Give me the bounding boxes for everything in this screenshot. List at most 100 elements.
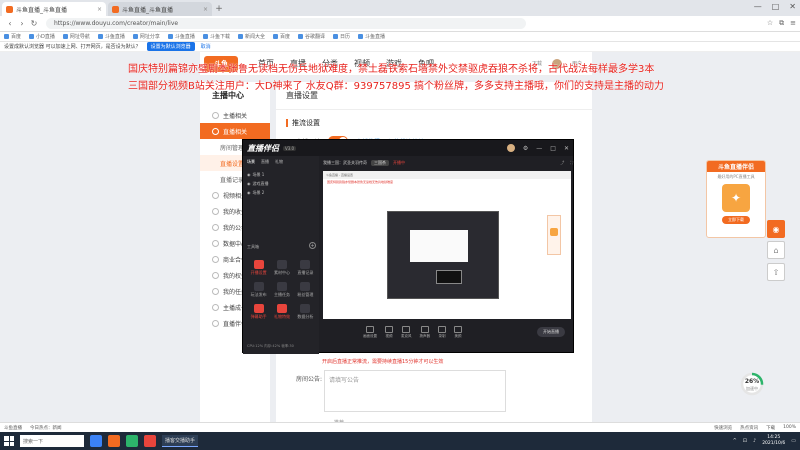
close-tab-icon[interactable]: × <box>97 6 102 13</box>
network-icon[interactable]: ⊡ <box>743 438 747 444</box>
tool-item[interactable]: 弹幕助手 <box>247 304 270 320</box>
bookmark-item[interactable]: 斗鱼下载 <box>202 33 230 40</box>
speed-progress[interactable]: 26% 加速中 <box>740 372 764 396</box>
danmaku-line: 国庆特别篇锦亦璧剧本张鲁无读档无伤兵地狱难度，禁土磊铁索石墙禁外交禁驱虎吞狼不杀… <box>128 64 655 75</box>
ad-download-button[interactable]: 立即下载 <box>722 216 750 224</box>
tool-video[interactable]: 视频 <box>385 325 393 339</box>
status-item[interactable]: 快速浏览 <box>714 425 732 431</box>
fullscreen-icon[interactable]: ⛶ <box>570 160 573 166</box>
douyu-app-icon[interactable] <box>108 435 120 447</box>
url-input[interactable]: https://www.douyu.com/creator/main/live <box>46 18 526 29</box>
sidebar-item[interactable]: 主播相关 <box>200 107 270 123</box>
douyu-favicon-icon <box>112 5 119 13</box>
tool-record[interactable]: 录制 <box>438 325 446 339</box>
maximize-icon[interactable]: □ <box>550 145 556 152</box>
minimize-icon[interactable]: — <box>536 145 542 152</box>
stream-preview[interactable]: 斗鱼直播 - 直播设置 国庆特别篇锦亦璧剧本张鲁无读档无伤兵地狱难度 <box>323 171 571 319</box>
companion-app-icon[interactable] <box>144 435 156 447</box>
pin-icon[interactable]: ◉ <box>767 220 785 238</box>
tab-label: 斗鱼直播_斗鱼直播 <box>16 6 68 14</box>
close-window-icon[interactable]: ✕ <box>789 2 796 11</box>
tool-item[interactable]: 玩法发布 <box>247 282 270 298</box>
tab-live[interactable]: 直播 <box>261 159 269 165</box>
close-tab-icon[interactable]: × <box>203 6 208 13</box>
share-icon[interactable]: ⤴ <box>560 160 564 166</box>
home-icon[interactable]: ⌂ <box>767 241 785 259</box>
menu-icon[interactable]: ≡ <box>790 19 796 28</box>
live-status: 开播中 <box>393 160 405 165</box>
bookmark-item[interactable]: 百度 <box>4 33 21 40</box>
bookmark-item[interactable]: 斗鱼直播 <box>358 33 385 40</box>
speaker-icon <box>420 325 429 333</box>
status-item[interactable]: 斗鱼直播 <box>4 425 22 431</box>
star-icon[interactable]: ☆ <box>767 19 773 28</box>
browser-app-icon[interactable] <box>126 435 138 447</box>
chevron-up-icon[interactable]: ^ <box>733 438 737 444</box>
minimize-icon[interactable]: — <box>754 2 762 11</box>
tool-mic[interactable]: 麦克风 <box>401 325 412 339</box>
companion-ad[interactable]: 斗鱼直播伴侣 最好用的PC直播工具 ✦ 立即下载 <box>706 160 766 238</box>
notification-icon[interactable]: ▭ <box>791 438 796 444</box>
settings-icon[interactable]: ⚙ <box>523 145 528 152</box>
room-title[interactable]: 我播三国：武圣关羽传奇 <box>323 160 367 166</box>
browser-tab[interactable]: 斗鱼直播_斗鱼直播 × <box>2 2 106 16</box>
tab-scene[interactable]: 场景 <box>247 159 255 165</box>
scene-item[interactable]: ◉ 游戏直播 <box>247 179 315 188</box>
tool-beauty[interactable]: 美颜 <box>454 325 462 339</box>
close-icon[interactable]: ✕ <box>564 145 569 152</box>
scene-item[interactable]: ◉ 场景 2 <box>247 188 315 197</box>
tool-speaker[interactable]: 扬声器 <box>420 325 430 339</box>
tool-item[interactable]: 粉丝管理 <box>294 282 317 298</box>
clock[interactable]: 14:25 2021/10/6 <box>762 435 785 447</box>
browser-tab[interactable]: 斗鱼直播_斗鱼直播 × <box>108 2 212 16</box>
back-to-top-icon[interactable]: ⇧ <box>767 263 785 281</box>
tool-item[interactable]: 直播记录 <box>294 260 317 276</box>
start-live-button[interactable]: 开始直播 <box>537 327 565 337</box>
tool-item[interactable]: 素材中心 <box>270 260 293 276</box>
room-tag[interactable]: 三国杀 <box>371 160 389 166</box>
set-default-button[interactable]: 设置为默认浏览器 <box>146 42 195 51</box>
tool-display[interactable]: 画面设置 <box>363 325 377 339</box>
zoom-level[interactable]: 100% <box>783 425 796 431</box>
announce-input[interactable]: 请填写公告 <box>324 370 506 412</box>
bookmark-item[interactable]: 谷歌翻译 <box>297 33 325 40</box>
bookmark-icon <box>4 34 9 39</box>
camera-icon <box>385 325 393 333</box>
back-icon[interactable]: ‹ <box>4 18 16 30</box>
windows-start-icon[interactable] <box>4 436 14 446</box>
status-item[interactable]: 热点资讯 <box>740 425 758 431</box>
bookmark-item[interactable]: 新闻大全 <box>237 33 265 40</box>
bookmark-item[interactable]: 斗鱼直播 <box>97 33 125 40</box>
volume-icon[interactable]: ♪ <box>753 438 756 444</box>
tool-item[interactable]: 开播设置 <box>247 260 270 276</box>
maximize-icon[interactable]: □ <box>772 2 780 11</box>
new-tab-icon[interactable]: + <box>212 2 226 16</box>
app-version: V3.0 <box>283 145 297 151</box>
bookmark-item[interactable]: 百度 <box>272 33 290 40</box>
refresh-icon[interactable]: ↻ <box>28 18 40 30</box>
tool-item[interactable]: 数据分析 <box>294 304 317 320</box>
douyu-favicon-icon <box>6 5 13 13</box>
status-item[interactable]: 今日热点：新闻 <box>30 425 62 431</box>
tab-gift[interactable]: 礼物 <box>275 159 283 165</box>
forward-icon[interactable]: › <box>16 18 28 30</box>
taskbar-search[interactable]: 搜索一下 <box>20 435 84 447</box>
bookmark-icon <box>167 34 173 39</box>
bookmark-item[interactable]: 网址导航 <box>62 33 90 40</box>
bookmark-item[interactable]: 小D直播 <box>29 33 55 40</box>
bookmark-item[interactable]: 网址分享 <box>132 33 160 40</box>
bookmark-item[interactable]: 日历 <box>333 33 350 40</box>
scene-item[interactable]: ◉ 场景 1 <box>247 170 315 179</box>
avatar[interactable] <box>506 144 515 152</box>
task-view-icon[interactable] <box>90 435 102 447</box>
notice-cancel-button[interactable]: 取消 <box>201 43 211 50</box>
extension-icon[interactable]: ⧉ <box>779 19 784 28</box>
add-icon[interactable]: + <box>309 242 316 249</box>
bookmark-item[interactable]: 斗鱼直播 <box>167 33 195 40</box>
status-item[interactable]: 下载 <box>766 425 775 431</box>
tool-item[interactable]: 主播任务 <box>270 282 293 298</box>
sidebar-item-live[interactable]: 直播相关 <box>200 123 270 139</box>
active-task[interactable]: 播客交播助手 <box>162 435 199 447</box>
tool-item[interactable]: 礼物特效 <box>270 304 293 320</box>
scene-list: ◉ 场景 1 ◉ 游戏直播 ◉ 场景 2 <box>243 168 319 199</box>
